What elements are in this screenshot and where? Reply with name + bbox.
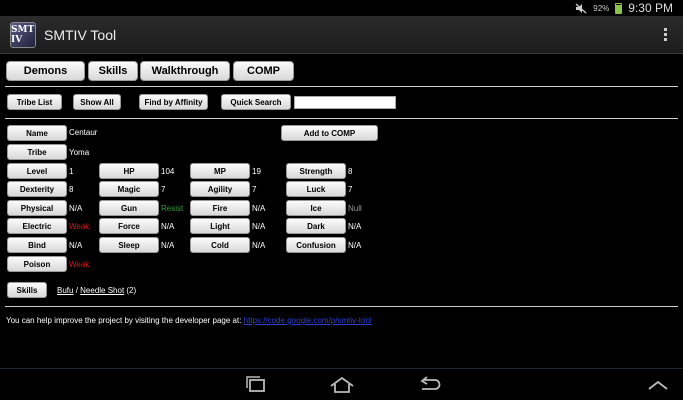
footer-message: You can help improve the project by visi… [6,316,244,325]
bind-value: N/A [69,241,83,250]
tab-comp[interactable]: COMP [233,61,294,81]
chevron-up-icon[interactable] [646,375,670,395]
confusion-value: N/A [348,241,362,250]
mute-icon [575,3,587,13]
sleep-value: N/A [161,241,175,250]
recent-apps-icon[interactable] [243,375,269,395]
quick-search-button[interactable]: Quick Search [221,94,291,110]
dark-label: Dark [286,218,346,234]
show-all-button[interactable]: Show All [73,94,121,110]
mp-label: MP [190,163,250,179]
quick-search-input[interactable] [294,96,396,109]
bind-label: Bind [7,237,67,253]
level-value: 1 [69,167,74,176]
tribe-value: Yoma [69,148,90,157]
force-label: Force [99,218,159,234]
overflow-menu-icon[interactable] [664,28,667,41]
poison-value: Weak [69,260,90,269]
dark-value: N/A [348,222,362,231]
agility-value: 7 [252,185,257,194]
skill-link[interactable]: Needle Shot [80,286,124,295]
status-bar: 92% 9:30 PM [0,0,683,16]
electric-label: Electric [7,218,67,234]
clock: 9:30 PM [628,1,673,15]
physical-label: Physical [7,200,67,216]
mp-value: 19 [252,167,261,176]
hp-value: 104 [161,167,175,176]
force-value: N/A [161,222,175,231]
home-icon[interactable] [328,375,356,395]
strength-label: Strength [286,163,346,179]
find-by-affinity-button[interactable]: Find by Affinity [139,94,208,110]
skills-list: Bufu / Needle Shot (2) [57,286,136,295]
action-bar: SMT IV SMTIV Tool [0,16,683,54]
fire-value: N/A [252,204,266,213]
battery-percent: 92% [593,3,610,13]
app-title: SMTIV Tool [44,26,117,43]
light-value: N/A [252,222,266,231]
ice-value: Null [348,204,362,213]
level-label: Level [7,163,67,179]
footer-text: You can help improve the project by visi… [6,316,372,325]
magic-value: 7 [161,185,166,194]
electric-value: Weak [69,222,90,231]
dexterity-value: 8 [69,185,74,194]
sleep-label: Sleep [99,237,159,253]
name-value: Centaur [69,128,98,137]
gun-label: Gun [99,200,159,216]
cold-value: N/A [252,241,266,250]
poison-label: Poison [7,256,67,272]
gun-value: Resist [161,204,184,213]
back-icon[interactable] [416,375,442,395]
divider [5,118,678,119]
fire-label: Fire [190,200,250,216]
tribe-list-button[interactable]: Tribe List [7,94,62,110]
strength-value: 8 [348,167,353,176]
skills-button[interactable]: Skills [7,282,47,298]
developer-page-link[interactable]: https://code.google.com/p/smtiv-tool [244,316,372,325]
confusion-label: Confusion [286,237,346,253]
dexterity-label: Dexterity [7,181,67,197]
agility-label: Agility [190,181,250,197]
skill-link[interactable]: Bufu [57,286,73,295]
luck-label: Luck [286,181,346,197]
luck-value: 7 [348,185,353,194]
light-label: Light [190,218,250,234]
app-icon: SMT IV [10,21,36,48]
magic-label: Magic [99,181,159,197]
tab-walkthrough[interactable]: Walkthrough [140,61,230,81]
cold-label: Cold [190,237,250,253]
skill-count: (2) [124,286,137,295]
tab-demons[interactable]: Demons [6,61,85,81]
ice-label: Ice [286,200,346,216]
divider [5,86,678,87]
tab-skills[interactable]: Skills [88,61,138,81]
tribe-label: Tribe [7,144,67,160]
battery-icon [615,2,623,14]
navigation-bar [0,368,683,400]
name-label: Name [7,125,67,141]
divider [5,306,678,307]
add-to-comp-button[interactable]: Add to COMP [281,125,378,141]
physical-value: N/A [69,204,83,213]
hp-label: HP [99,163,159,179]
